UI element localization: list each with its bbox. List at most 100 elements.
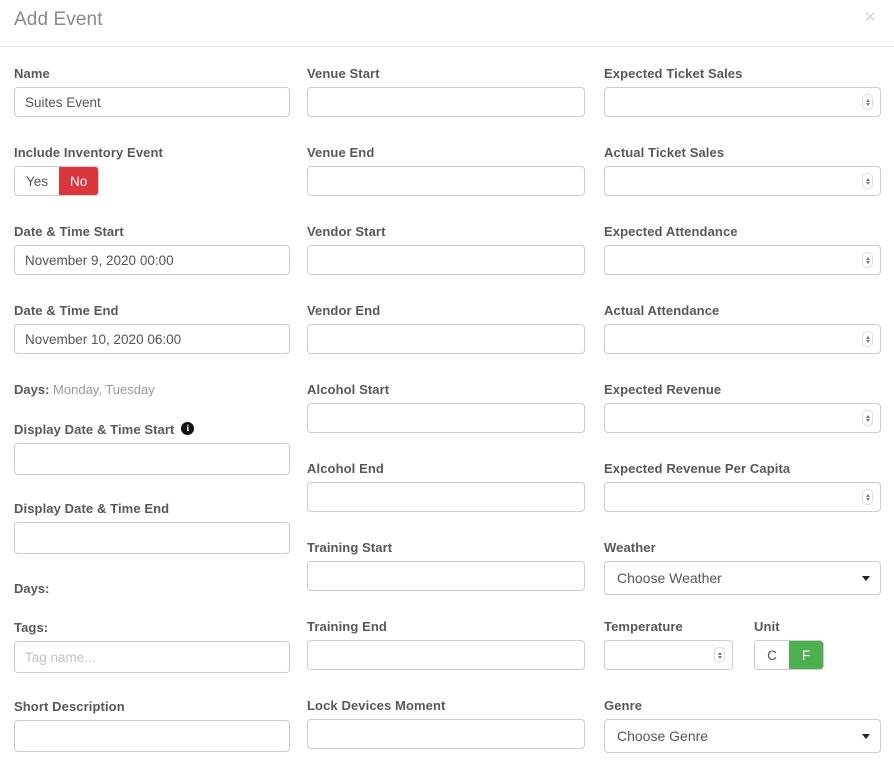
field-display-date-time-start: Display Date & Time Start i (14, 421, 290, 475)
genre-select-value[interactable]: Choose Genre (604, 719, 881, 753)
date-time-end-input[interactable] (14, 324, 290, 354)
label-expected-revenue: Expected Revenue (604, 382, 881, 397)
actual-ticket-sales-input[interactable] (604, 166, 881, 196)
field-date-time-end: Date & Time End (14, 303, 290, 354)
label-actual-attendance: Actual Attendance (604, 303, 881, 318)
label-include-inventory-event: Include Inventory Event (14, 145, 290, 160)
label-training-start: Training Start (307, 540, 585, 555)
label-date-time-end: Date & Time End (14, 303, 290, 318)
field-training-start: Training Start (307, 540, 585, 591)
field-alcohol-end: Alcohol End (307, 461, 585, 512)
label-alcohol-end: Alcohol End (307, 461, 585, 476)
alcohol-start-input[interactable] (307, 403, 585, 433)
field-name: Name (14, 66, 290, 117)
field-expected-attendance: Expected Attendance (604, 224, 881, 275)
field-weather: Weather Choose Weather (604, 540, 881, 595)
training-end-input[interactable] (307, 640, 585, 670)
label-expected-revenue-per-capita: Expected Revenue Per Capita (604, 461, 881, 476)
vendor-start-input[interactable] (307, 245, 585, 275)
field-venue-end: Venue End (307, 145, 585, 196)
venue-end-input[interactable] (307, 166, 585, 196)
label-date-time-start: Date & Time Start (14, 224, 290, 239)
actual-attendance-input[interactable] (604, 324, 881, 354)
expected-attendance-input[interactable] (604, 245, 881, 275)
label-temperature: Temperature (604, 619, 733, 634)
label-name: Name (14, 66, 290, 81)
label-short-description: Short Description (14, 699, 290, 714)
field-expected-revenue: Expected Revenue (604, 382, 881, 433)
stepper-up-down-icon[interactable] (862, 173, 873, 189)
label-display-date-time-start-text: Display Date & Time Start (14, 422, 174, 437)
field-date-time-start: Date & Time Start (14, 224, 290, 275)
vendor-end-input[interactable] (307, 324, 585, 354)
label-actual-ticket-sales: Actual Ticket Sales (604, 145, 881, 160)
modal-header: Add Event × (0, 0, 894, 47)
short-description-input[interactable] (14, 720, 290, 752)
toggle-option-no[interactable]: No (59, 167, 98, 195)
field-expected-ticket-sales: Expected Ticket Sales (604, 66, 881, 117)
display-date-time-start-input[interactable] (14, 443, 290, 475)
page-title: Add Event (14, 9, 103, 31)
info-icon[interactable]: i (181, 422, 194, 435)
label-days-display: Days: (14, 581, 49, 596)
add-event-modal: Add Event × Name Include Inventory Event… (0, 0, 894, 767)
label-lock-devices-moment: Lock Devices Moment (307, 698, 585, 713)
expected-ticket-sales-input[interactable] (604, 87, 881, 117)
stepper-up-down-icon[interactable] (862, 489, 873, 505)
genre-select[interactable]: Choose Genre (604, 719, 881, 753)
date-time-start-input[interactable] (14, 245, 290, 275)
name-input[interactable] (14, 87, 290, 117)
expected-revenue-per-capita-input[interactable] (604, 482, 881, 512)
label-tags: Tags: (14, 620, 290, 635)
alcohol-end-input[interactable] (307, 482, 585, 512)
stepper-up-down-icon[interactable] (862, 410, 873, 426)
label-vendor-end: Vendor End (307, 303, 585, 318)
stepper-up-down-icon[interactable] (862, 331, 873, 347)
stepper-up-down-icon[interactable] (862, 252, 873, 268)
label-display-date-time-start: Display Date & Time Start i (14, 422, 194, 437)
field-unit: Unit C F (754, 619, 824, 670)
weather-select-value[interactable]: Choose Weather (604, 561, 881, 595)
field-genre: Genre Choose Genre (604, 698, 881, 753)
training-start-input[interactable] (307, 561, 585, 591)
label-training-end: Training End (307, 619, 585, 634)
label-weather: Weather (604, 540, 881, 555)
field-training-end: Training End (307, 619, 585, 670)
label-unit: Unit (754, 619, 824, 634)
label-expected-attendance: Expected Attendance (604, 224, 881, 239)
tags-input[interactable] (14, 641, 290, 673)
label-venue-start: Venue Start (307, 66, 585, 81)
field-vendor-end: Vendor End (307, 303, 585, 354)
field-actual-attendance: Actual Attendance (604, 303, 881, 354)
lock-devices-moment-input[interactable] (307, 719, 585, 749)
label-days-actual: Days: (14, 382, 49, 397)
toggle-option-fahrenheit[interactable]: F (789, 641, 823, 669)
include-inventory-toggle[interactable]: Yes No (14, 166, 99, 196)
display-date-time-end-input[interactable] (14, 522, 290, 554)
unit-toggle[interactable]: C F (754, 640, 824, 670)
stepper-up-down-icon[interactable] (862, 94, 873, 110)
days-display-row: Days: (14, 581, 290, 596)
field-vendor-start: Vendor Start (307, 224, 585, 275)
field-include-inventory-event: Include Inventory Event Yes No (14, 145, 290, 196)
field-alcohol-start: Alcohol Start (307, 382, 585, 433)
close-icon[interactable]: × (858, 6, 882, 30)
label-alcohol-start: Alcohol Start (307, 382, 585, 397)
field-tags: Tags: (14, 620, 290, 673)
venue-start-input[interactable] (307, 87, 585, 117)
field-lock-devices-moment: Lock Devices Moment (307, 698, 585, 749)
days-actual-row: Days: Monday, Tuesday (14, 382, 290, 397)
stepper-up-down-icon[interactable] (714, 647, 725, 663)
toggle-option-yes[interactable]: Yes (15, 167, 59, 195)
field-temperature: Temperature (604, 619, 733, 670)
weather-select[interactable]: Choose Weather (604, 561, 881, 595)
expected-revenue-input[interactable] (604, 403, 881, 433)
label-vendor-start: Vendor Start (307, 224, 585, 239)
days-actual-value: Monday, Tuesday (53, 382, 155, 397)
field-actual-ticket-sales: Actual Ticket Sales (604, 145, 881, 196)
field-display-date-time-end: Display Date & Time End (14, 501, 290, 554)
field-expected-revenue-per-capita: Expected Revenue Per Capita (604, 461, 881, 512)
field-venue-start: Venue Start (307, 66, 585, 117)
label-expected-ticket-sales: Expected Ticket Sales (604, 66, 881, 81)
toggle-option-celsius[interactable]: C (755, 641, 789, 669)
